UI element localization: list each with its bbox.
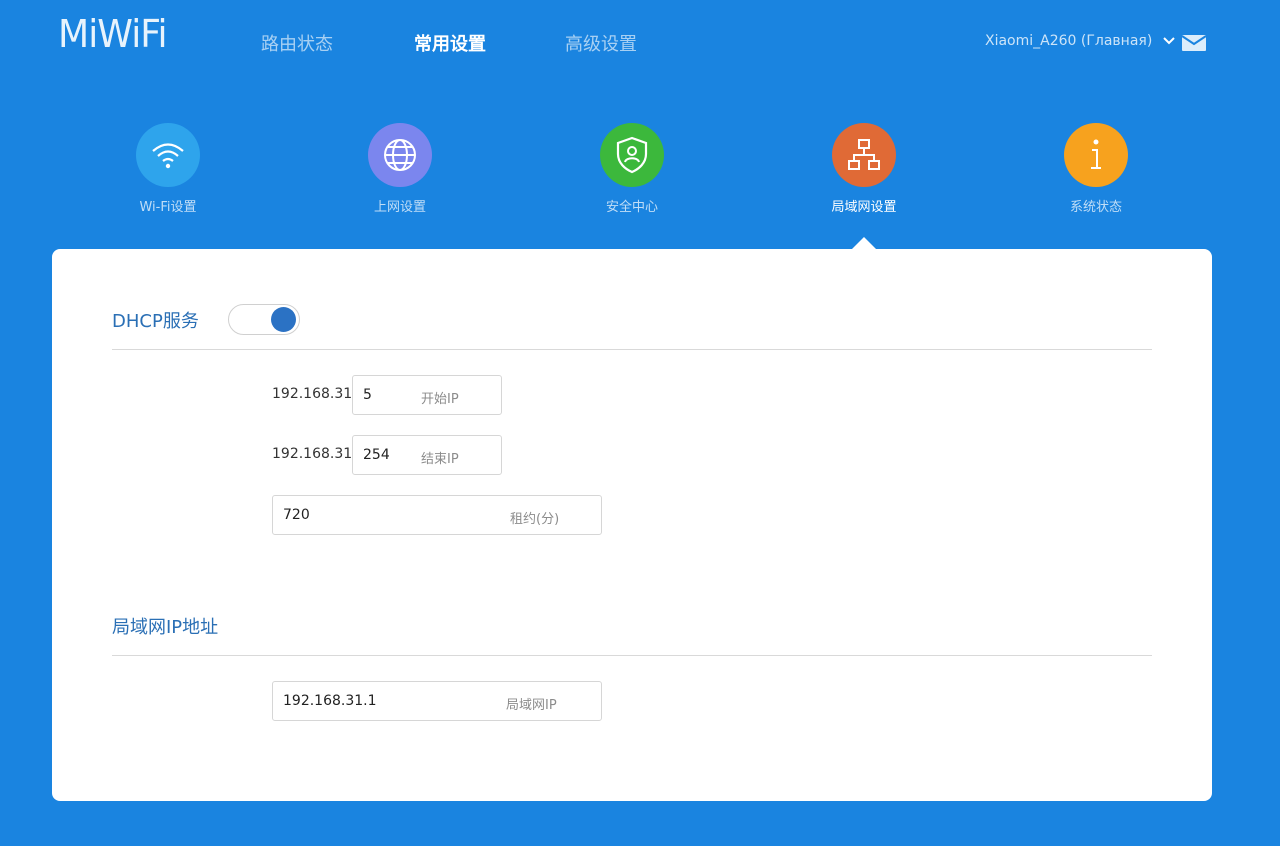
feature-label: 安全中心	[605, 200, 658, 215]
feature-internet-settings[interactable]: 上网设置	[320, 120, 480, 215]
feature-wifi-settings[interactable]: Wi-Fi设置	[88, 120, 248, 215]
toggle-knob	[271, 307, 296, 332]
info-icon	[1064, 123, 1128, 187]
shield-icon	[600, 123, 664, 187]
globe-icon	[368, 123, 432, 187]
divider	[112, 655, 1152, 656]
chevron-down-icon	[1163, 33, 1175, 49]
feature-system-status[interactable]: 系统状态	[1016, 120, 1176, 215]
feature-label: 系统状态	[1069, 200, 1122, 215]
divider	[112, 349, 1152, 350]
dhcp-section-title: DHCP服务	[112, 311, 199, 332]
lan-ip-hint: 局域网IP	[506, 698, 557, 713]
nav-common-settings[interactable]: 常用设置	[414, 30, 486, 56]
miwifi-logo[interactable]: MiWiFi	[58, 12, 168, 56]
lease-time-input[interactable]: 720 租约(分)	[272, 495, 602, 535]
lease-time-value: 720	[283, 507, 310, 523]
feature-label: 上网设置	[373, 200, 426, 215]
feature-nav: Wi-Fi设置 上网设置 安全中心 局域网设置 系统状态	[0, 120, 1280, 240]
end-ip-hint: 结束IP	[421, 452, 459, 467]
end-ip-input[interactable]: 254 结束IP	[352, 435, 502, 475]
end-ip-prefix: 192.168.31.	[272, 446, 357, 462]
top-bar: MiWiFi 路由状态 常用设置 高级设置 Xiaomi_A260 (Главн…	[0, 0, 1280, 90]
nav-router-status[interactable]: 路由状态	[261, 30, 333, 56]
network-icon	[832, 123, 896, 187]
start-ip-input[interactable]: 5 开始IP	[352, 375, 502, 415]
start-ip-prefix: 192.168.31.	[272, 386, 357, 402]
active-tab-pointer	[852, 237, 876, 249]
feature-label: 局域网设置	[831, 200, 897, 215]
lan-settings-panel: DHCP服务 192.168.31. 5 开始IP 192.168.31. 25…	[52, 249, 1212, 801]
end-ip-value: 254	[363, 447, 390, 463]
wifi-icon	[136, 123, 200, 187]
lan-ip-value: 192.168.31.1	[283, 693, 377, 709]
start-ip-hint: 开始IP	[421, 392, 459, 407]
feature-label: Wi-Fi设置	[139, 200, 197, 215]
lease-time-hint: 租约(分)	[510, 512, 560, 527]
mail-icon[interactable]	[1181, 33, 1207, 53]
nav-advanced-settings[interactable]: 高级设置	[565, 30, 637, 56]
router-account-dropdown[interactable]: Xiaomi_A260 (Главная)	[985, 33, 1175, 49]
feature-security-center[interactable]: 安全中心	[552, 120, 712, 215]
lan-ip-input[interactable]: 192.168.31.1 局域网IP	[272, 681, 602, 721]
lan-ip-section-title: 局域网IP地址	[112, 617, 219, 638]
router-name: Xiaomi_A260 (Главная)	[985, 33, 1153, 49]
feature-lan-settings[interactable]: 局域网设置	[784, 120, 944, 215]
start-ip-value: 5	[363, 387, 372, 403]
dhcp-toggle[interactable]	[228, 304, 300, 335]
